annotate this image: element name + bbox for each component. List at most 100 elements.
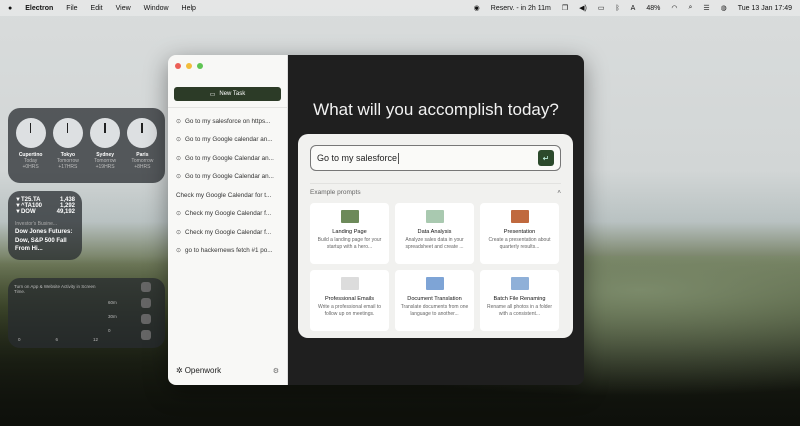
sidebar: ▭ New Task ⊙ Go to my salesforce on https.… (168, 55, 288, 385)
menu-app[interactable]: Electron (25, 5, 53, 12)
screen-time-message: Turn on App & Website Activity in Screen… (14, 284, 96, 294)
window-controls (168, 55, 287, 77)
task-label: Check my Google Calendar f... (185, 228, 272, 236)
x-axis-labels: 0 6 12 (18, 337, 98, 342)
task-item[interactable]: ⊙ Check my Google Calendar f... (168, 223, 287, 242)
minimize-button[interactable] (186, 63, 192, 69)
task-label: Go to my Google Calendar an... (185, 154, 274, 162)
menu-help[interactable]: Help (182, 5, 196, 12)
clock-sydney: Sydney Tomorrow +19HRS (90, 118, 121, 173)
copy-icon[interactable]: ❐ (562, 4, 568, 12)
wifi-icon[interactable]: ◠ (671, 4, 677, 12)
example-card-batch-file-renaming[interactable]: Batch File Renaming Rename all photos in … (480, 270, 559, 331)
clock-icon: ⊙ (176, 118, 182, 125)
task-item[interactable]: ⊙ go to hackernews fetch #1 po... (168, 242, 287, 261)
example-thumbnail-icon (340, 277, 359, 290)
brand-name: Openwork (184, 366, 222, 375)
task-input[interactable]: Go to my salesforce ↵ (310, 145, 561, 171)
task-item[interactable]: Check my Google Calendar for t... (168, 186, 287, 205)
reminder-status[interactable]: Reserv. - in 2h 11m (491, 5, 551, 12)
clock-icon: ⊙ (176, 211, 182, 218)
example-card-document-translation[interactable]: Document Translation Translate documents … (395, 270, 474, 331)
clock-tokyo: Tokyo Tomorrow +17HRS (52, 118, 83, 173)
clock-face-icon (52, 118, 83, 148)
close-button[interactable] (175, 63, 181, 69)
task-input-value: Go to my salesforce (317, 153, 398, 163)
world-clock-widget[interactable]: Cupertino Today +0HRS Tokyo Tomorrow +17HRS … (8, 108, 165, 183)
news-source: Investor's Busine... (15, 221, 58, 227)
clock-icon: ⊙ (176, 137, 182, 144)
settings-icon[interactable]: ⚙ (273, 367, 279, 375)
example-prompts-header[interactable]: Example prompts ˄ (310, 183, 561, 196)
task-list: ⊙ Go to my salesforce on https... ⊙ Go to … (168, 107, 287, 260)
enter-icon: ↵ (542, 153, 550, 163)
stocks-widget[interactable]: ▼T25.TA 1,438 ▼^TA100 1,292 ▼DOW 49,192 Inv… (8, 191, 82, 260)
screen-time-widget[interactable]: Turn on App & Website Activity in Screen… (8, 278, 165, 348)
control-center-icon[interactable]: ☰ (703, 4, 709, 12)
search-icon[interactable]: ⌕ (688, 4, 692, 12)
clock-paris: Paris Tomorrow +8HRS (127, 118, 158, 173)
example-card-professional-emails[interactable]: Professional Emails Write a professional … (310, 270, 389, 331)
offset: +8HRS (134, 164, 151, 170)
record-icon[interactable]: ◉ (474, 4, 480, 12)
example-card-landing-page[interactable]: Landing Page Build a landing page for you… (310, 203, 389, 264)
x-label: 0 (18, 337, 21, 342)
offset: +17HRS (58, 164, 78, 170)
example-title: Data Analysis (417, 229, 452, 235)
task-item[interactable]: ⊙ Go to my Google Calendar an... (168, 149, 287, 168)
example-card-data-analysis[interactable]: Data Analysis Analyze sales data in your … (395, 203, 474, 264)
example-description: Analyze sales data in your spreadsheet a… (405, 237, 464, 250)
input-source-icon[interactable]: A (631, 5, 636, 12)
news-headline: Dow Jones Futures: Dow, S&P 500 Fall Fro… (15, 229, 73, 253)
openwork-window: ▭ New Task ⊙ Go to my salesforce on https.… (168, 55, 584, 385)
main-panel: What will you accomplish today? Go to my… (288, 55, 584, 385)
clock[interactable]: Tue 13 Jan 17:49 (738, 5, 792, 12)
chat-plus-icon: ▭ (209, 91, 216, 98)
stock-value: 49,192 (56, 209, 75, 215)
submit-button[interactable]: ↵ (538, 150, 554, 166)
task-item[interactable]: ⊙ Go to my Google calendar an... (168, 131, 287, 150)
task-label: go to hackernews fetch #1 po... (185, 247, 273, 255)
menu-file[interactable]: File (66, 5, 77, 12)
chevron-up-icon[interactable]: ˄ (557, 189, 561, 196)
example-title: Batch File Renaming (493, 296, 546, 302)
stock-symbol: ▼DOW (15, 209, 36, 215)
clock-cupertino: Cupertino Today +0HRS (15, 118, 46, 173)
zoom-button[interactable] (197, 63, 203, 69)
app-placeholder-icon (141, 314, 151, 324)
task-label: Go to my Google Calendar an... (185, 173, 274, 181)
page-title: What will you accomplish today? (313, 100, 559, 119)
menu-view[interactable]: View (116, 5, 131, 12)
clock-face-icon (127, 118, 158, 148)
example-card-presentation[interactable]: Presentation Create a presentation about … (480, 203, 559, 264)
y-label: 0 (108, 328, 111, 333)
menu-window[interactable]: Window (144, 5, 169, 12)
example-description: Build a landing page for your startup wi… (317, 237, 382, 250)
app-icons (141, 282, 151, 340)
task-item[interactable]: ⊙ Go to my Google Calendar an... (168, 168, 287, 187)
display-icon[interactable]: ▭ (598, 4, 605, 12)
volume-icon[interactable]: ◀) (579, 4, 587, 12)
apple-icon[interactable]: ● (8, 5, 12, 12)
menu-bar: ● Electron File Edit View Window Help ◉ … (0, 0, 800, 16)
example-thumbnail-icon (425, 210, 444, 223)
app-placeholder-icon (141, 330, 151, 340)
openwork-logo-icon: ✲ (176, 366, 183, 375)
sidebar-footer: ✲ Openwork ⚙ (176, 366, 279, 375)
y-label: 60m (108, 300, 117, 305)
bluetooth-icon[interactable]: ᛒ (615, 5, 619, 12)
clock-icon: ⊙ (176, 155, 182, 162)
new-task-label: New Task (219, 91, 246, 97)
x-label: 6 (55, 337, 58, 342)
task-label: Go to my salesforce on https... (185, 117, 271, 125)
task-item[interactable]: ⊙ Go to my salesforce on https... (168, 112, 287, 131)
task-item[interactable]: ⊙ Check my Google Calendar f... (168, 205, 287, 224)
menu-edit[interactable]: Edit (91, 5, 103, 12)
siri-icon[interactable]: ◍ (721, 4, 727, 12)
new-task-button[interactable]: ▭ New Task (174, 87, 281, 101)
clock-icon: ⊙ (176, 229, 182, 236)
y-label: 30m (108, 314, 117, 319)
battery-status[interactable]: 48% (646, 5, 660, 12)
example-title: Document Translation (407, 296, 462, 302)
text-caret (398, 152, 400, 164)
